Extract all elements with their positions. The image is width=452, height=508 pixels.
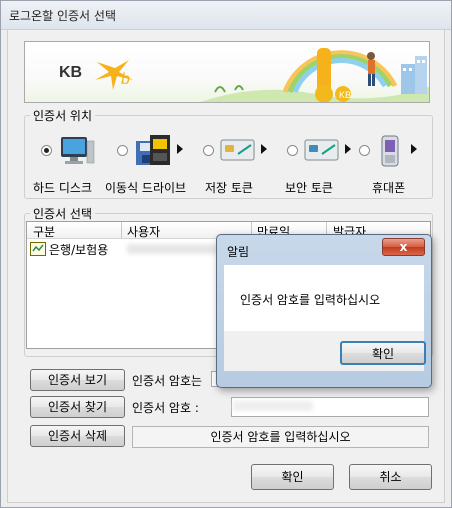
alert-ok-button[interactable]: 확인 [340, 341, 426, 365]
find-certificate-button[interactable]: 인증서 찾기 [30, 396, 125, 418]
banner-illustration-icon: KB [200, 48, 429, 102]
column-header-type[interactable]: 구분 [33, 223, 55, 240]
password-label-1: 인증서 암호는 [132, 374, 203, 388]
redacted-user [127, 244, 217, 254]
alert-message: 인증서 암호를 입력하십시오 [240, 293, 381, 307]
radio-removable-drive[interactable] [117, 145, 128, 156]
location-label-storage-token[interactable]: 저장 토큰 [205, 179, 253, 196]
ok-button[interactable]: 확인 [251, 464, 334, 490]
radio-security-token[interactable] [287, 145, 298, 156]
kb-logo-text: KB [59, 64, 83, 81]
password-label-2: 인증서 암호 : [132, 401, 199, 415]
location-label-removable-drive[interactable]: 이동식 드라이브 [105, 179, 186, 196]
security-token-arrow-icon[interactable] [345, 144, 351, 154]
removable-drive-arrow-icon[interactable] [177, 144, 183, 154]
alert-dialog: 알림 x 인증서 암호를 입력하십시오 확인 [216, 234, 432, 388]
cert-type: 은행/보험용 [49, 243, 109, 257]
phone-icon [381, 135, 399, 167]
computer-icon [61, 137, 95, 164]
storage-token-icon [220, 139, 255, 161]
column-separator[interactable] [121, 222, 122, 238]
alert-body: 인증서 암호를 입력하십시오 [224, 265, 424, 331]
radio-storage-token[interactable] [203, 145, 214, 156]
radio-phone[interactable] [359, 145, 370, 156]
certificate-select-window: 로그온할 인증서 선택 KB b KB 인증서 위치 하드 디스크 이동식 드라… [0, 0, 452, 508]
column-header-user[interactable]: 사용자 [127, 223, 160, 240]
location-group-label: 인증서 위치 [30, 107, 96, 124]
certificate-icon [30, 242, 46, 256]
view-certificate-button[interactable]: 인증서 보기 [30, 369, 125, 391]
svg-text:b: b [121, 71, 130, 88]
location-label-hard-disk[interactable]: 하드 디스크 [33, 179, 92, 196]
security-token-icon [304, 139, 339, 161]
location-label-security-token[interactable]: 보안 토큰 [285, 179, 333, 196]
certificate-group-label: 인증서 선택 [30, 205, 96, 222]
delete-certificate-button[interactable]: 인증서 삭제 [30, 425, 125, 447]
radio-hard-disk[interactable] [41, 145, 52, 156]
kb-star-logo-icon: b [95, 60, 133, 90]
window-title: 로그온할 인증서 선택 [9, 9, 116, 23]
removable-drive-icon [136, 135, 170, 165]
cancel-button[interactable]: 취소 [349, 464, 432, 490]
phone-arrow-icon[interactable] [411, 144, 417, 154]
alert-title: 알림 [227, 245, 250, 259]
alert-footer: 확인 [224, 331, 426, 371]
status-message: 인증서 암호를 입력하십시오 [132, 426, 429, 448]
svg-text:KB: KB [339, 90, 351, 100]
title-bar: 로그온할 인증서 선택 [1, 1, 451, 30]
location-label-phone[interactable]: 휴대폰 [372, 179, 405, 196]
close-icon[interactable]: x [382, 238, 425, 256]
storage-token-arrow-icon[interactable] [261, 144, 267, 154]
redacted-password-area [233, 401, 313, 411]
kb-banner: KB b KB [24, 41, 430, 103]
